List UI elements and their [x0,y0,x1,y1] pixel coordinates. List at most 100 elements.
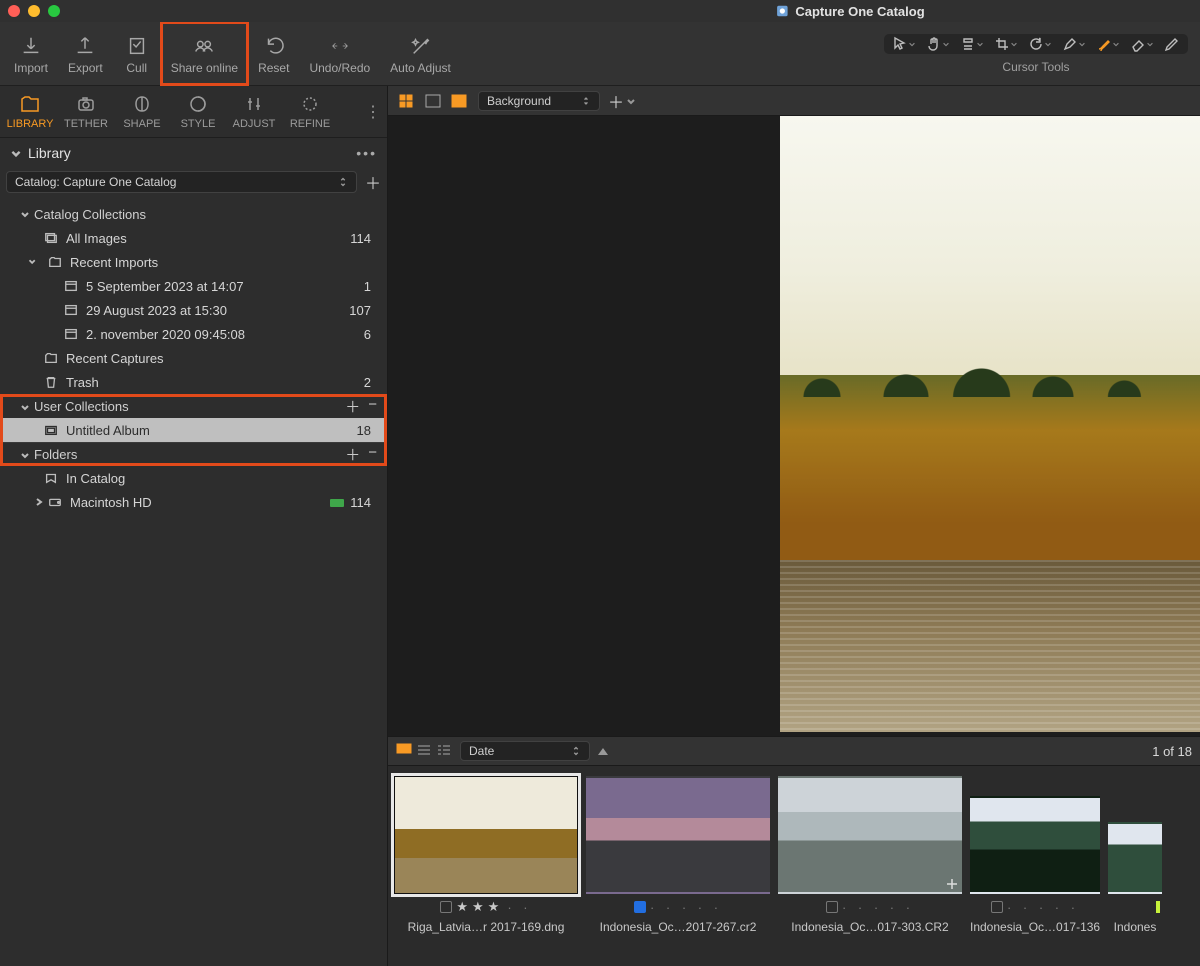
tab-tether-label: TETHER [64,118,108,130]
recent-captures-label: Recent Captures [66,351,164,366]
brush-tool-icon[interactable] [1092,36,1124,52]
import-2-count: 6 [364,327,371,342]
preview-image [780,116,1200,732]
variant-selector[interactable]: Background [478,91,600,111]
import-2-label: 2. november 2020 09:45:08 [86,327,245,342]
sort-direction-icon[interactable] [598,748,608,755]
tab-adjust-label: ADJUST [233,118,276,130]
user-collections-add-icon[interactable]: ＋ [345,396,360,417]
thumb-rating[interactable]: · · · · · [650,900,722,915]
undo-redo-button[interactable]: Undo/Redo [299,22,380,85]
collection-recent-captures[interactable]: Recent Captures [0,346,387,370]
all-images-count: 114 [350,231,371,246]
browser-grid-icon[interactable] [396,743,412,760]
share-online-button[interactable]: Share online [161,22,248,85]
import-1-count: 107 [349,303,371,318]
import-button[interactable]: Import [4,22,58,85]
view-proof-icon[interactable] [448,92,470,110]
tab-adjust[interactable]: ADJUST [226,86,282,137]
cull-button[interactable]: Cull [113,22,161,85]
collection-trash[interactable]: Trash2 [0,370,387,394]
group-catalog-collections-label: Catalog Collections [34,207,146,222]
import-row-2[interactable]: 2. november 2020 09:45:08 6 [0,322,387,346]
thumb-checkbox[interactable] [991,901,1003,913]
group-user-collections[interactable]: User Collections ＋− [0,394,387,418]
library-panel-header[interactable]: Library ••• [0,138,387,168]
tab-library[interactable]: LIBRARY [2,86,58,137]
cursor-tools-row[interactable] [884,34,1188,54]
thumbnail-0[interactable]: ★★★ · · Riga_Latvia…r 2017-169.dng [394,776,578,966]
minimize-window-button[interactable] [28,5,40,17]
view-single-icon[interactable] [422,92,444,110]
panel-more-icon[interactable]: ••• [356,145,377,161]
import-row-0[interactable]: 5 September 2023 at 14:071 [0,274,387,298]
folder-macintosh-hd[interactable]: Macintosh HD 114 [0,490,387,514]
folder-mac-count: 114 [350,495,371,510]
group-catalog-collections[interactable]: Catalog Collections [0,202,387,226]
tab-library-label: LIBRARY [7,118,54,130]
window-titlebar: Capture One Catalog [0,0,1200,22]
tab-shape[interactable]: SHAPE [114,86,170,137]
collection-recent-imports[interactable]: Recent Imports [0,250,387,274]
collection-all-images[interactable]: All Images 114 [0,226,387,250]
crop-tool-icon[interactable] [990,36,1022,52]
folder-in-catalog[interactable]: In Catalog [0,466,387,490]
import-row-1[interactable]: 29 August 2023 at 15:30 107 [0,298,387,322]
album-untitled-count: 18 [357,423,371,438]
cull-label: Cull [126,61,147,75]
thumb-4-caption: Indones [1108,920,1162,934]
variant-add-button[interactable]: ＋ [608,89,636,113]
pointer-tool-icon[interactable] [888,36,920,52]
thumb-checkbox[interactable] [826,901,838,913]
catalog-label: Catalog: Capture One Catalog [15,175,176,189]
recent-imports-label: Recent Imports [70,255,158,270]
hand-tool-icon[interactable] [922,36,954,52]
thumb-rating[interactable]: · · · · · [1007,900,1079,915]
draw-tool-icon[interactable] [1058,36,1090,52]
zoom-window-button[interactable] [48,5,60,17]
import-1-label: 29 August 2023 at 15:30 [86,303,227,318]
export-button[interactable]: Export [58,22,113,85]
export-label: Export [68,61,103,75]
folder-in-catalog-label: In Catalog [66,471,125,486]
album-untitled[interactable]: Untitled Album 18 [0,418,387,442]
share-online-label: Share online [171,61,238,75]
tab-style[interactable]: STYLE [170,86,226,137]
thumb-checkbox[interactable] [440,901,452,913]
tab-tether[interactable]: TETHER [58,86,114,137]
user-collections-remove-icon[interactable]: − [368,396,377,417]
tool-tabs-more-icon[interactable]: ⋮ [361,102,385,122]
tab-refine[interactable]: REFINE [282,86,338,137]
close-window-button[interactable] [8,5,20,17]
catalog-add-icon[interactable]: ＋ [365,170,379,194]
thumbnail-1[interactable]: · · · · · Indonesia_Oc…2017-267.cr2 [586,776,770,966]
browser-filmstrip-icon[interactable] [436,743,452,760]
sort-selector[interactable]: Date [460,741,590,761]
thumbnail-4[interactable]: Indones [1108,776,1162,966]
thumb-color-label[interactable] [634,901,646,913]
eraser-tool-icon[interactable] [1126,36,1158,52]
reset-button[interactable]: Reset [248,22,299,85]
folders-add-icon[interactable]: ＋ [345,444,360,465]
sidebar: LIBRARY TETHER SHAPE STYLE ADJUST REFINE… [0,86,388,966]
viewer-area[interactable]: ISO 250 1/200 s f/8 70 mm Riga, Latvia [388,116,1200,736]
thumbnail-2[interactable]: · · · · · Indonesia_Oc…017-303.CR2 [778,776,962,966]
folders-remove-icon[interactable]: − [368,444,377,465]
trash-label: Trash [66,375,99,390]
variant-label: Background [487,94,551,108]
tool-tabs: LIBRARY TETHER SHAPE STYLE ADJUST REFINE… [0,86,387,138]
browser-list-icon[interactable] [416,743,432,760]
annotate-tool-icon[interactable] [1160,36,1184,52]
wb-tool-icon[interactable] [956,36,988,52]
rotate-tool-icon[interactable] [1024,36,1056,52]
auto-adjust-button[interactable]: Auto Adjust [380,22,461,85]
thumbnail-3[interactable]: · · · · · Indonesia_Oc…017-1367.CR2 [970,776,1100,966]
group-folders[interactable]: Folders ＋− [0,442,387,466]
thumb-rating[interactable]: ★★★ [456,899,503,915]
thumb-color-label[interactable] [1156,901,1160,913]
view-grid-icon[interactable] [396,92,418,110]
thumb-rating-empty[interactable]: · · [507,900,531,915]
thumb-rating[interactable]: · · · · · [842,900,914,915]
catalog-selector[interactable]: Catalog: Capture One Catalog [6,171,357,193]
drive-status-indicator [330,499,344,507]
